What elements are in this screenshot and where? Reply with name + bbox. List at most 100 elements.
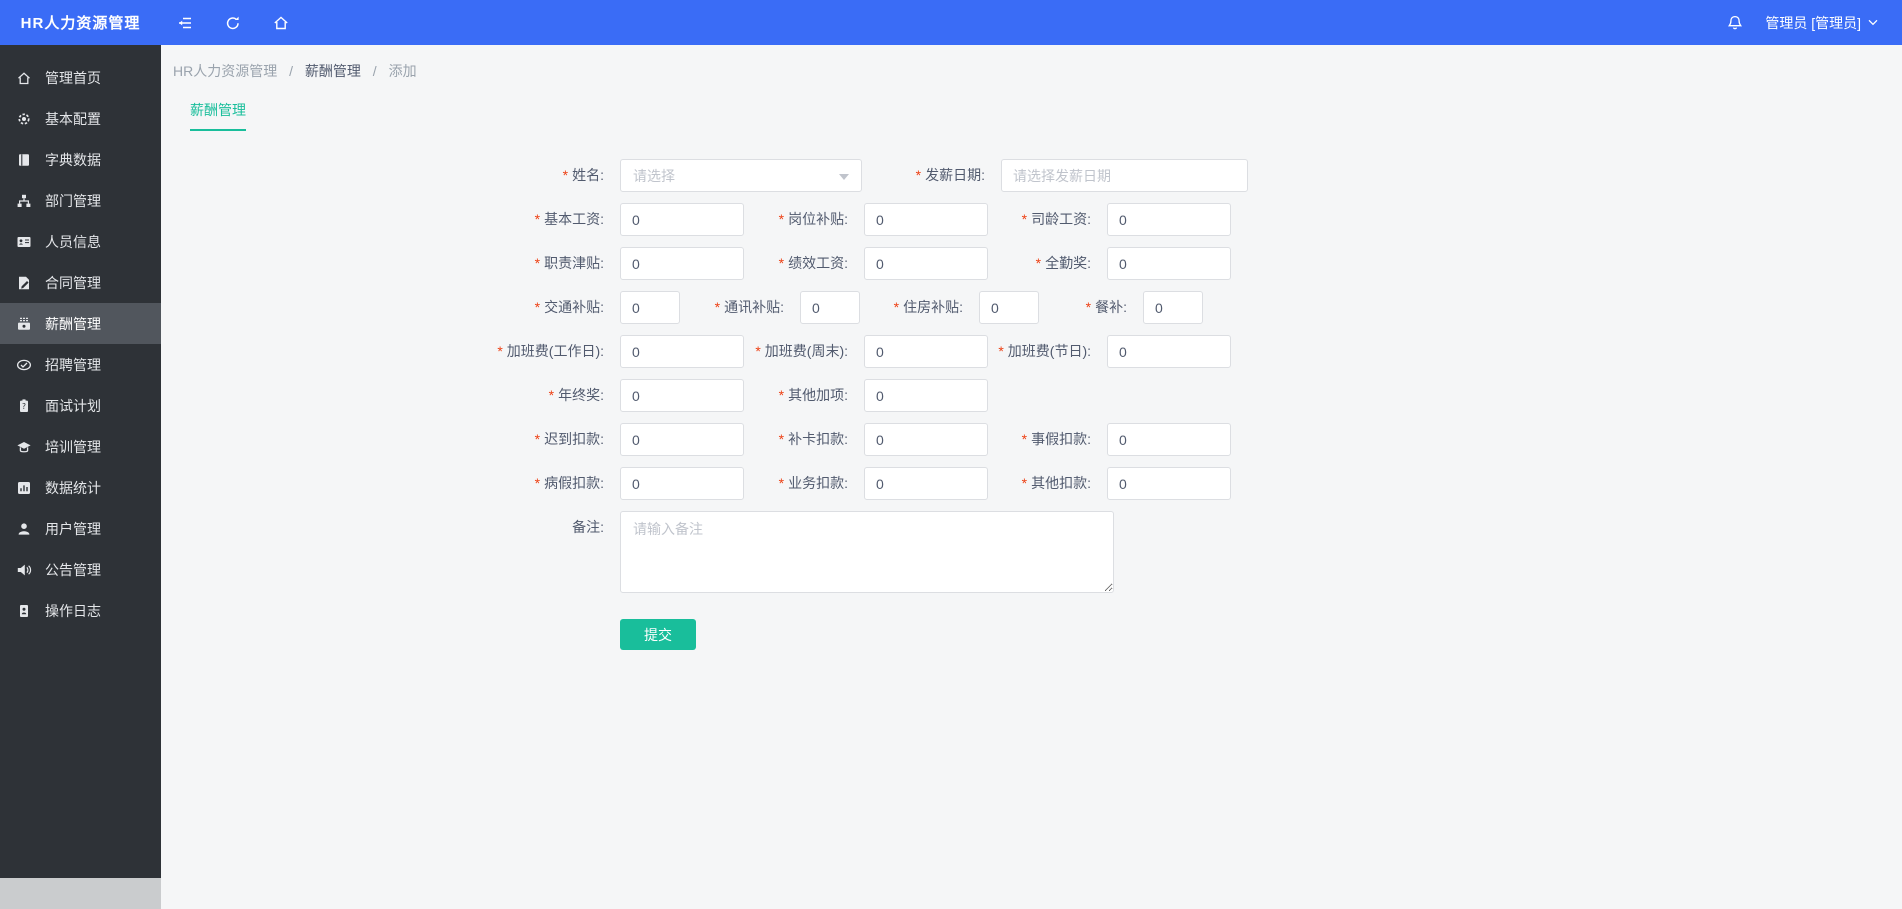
field-label: * 绩效工资:	[778, 255, 848, 271]
sidebar-item-salary[interactable]: 薪酬管理	[0, 303, 161, 344]
basic-salary-input[interactable]	[620, 203, 744, 236]
sidebar-item-contracts[interactable]: 合同管理	[0, 262, 161, 303]
sidebar-item-statistics[interactable]: 数据统计	[0, 467, 161, 508]
field-label: * 其他扣款:	[1021, 475, 1091, 491]
field-label: * 加班费(周末):	[755, 343, 848, 359]
sidebar-item-label: 部门管理	[45, 192, 101, 209]
sidebar-item-interview-plan[interactable]: ? 面试计划	[0, 385, 161, 426]
seniority-salary-input[interactable]	[1107, 203, 1231, 236]
sidebar-item-departments[interactable]: 部门管理	[0, 180, 161, 221]
sidebar-item-dictionary[interactable]: 字典数据	[0, 139, 161, 180]
communication-allowance-input[interactable]	[800, 291, 860, 324]
required-marker: *	[534, 211, 541, 227]
form-row: *交通补贴: *通讯补贴: *住房补贴: *餐补:	[461, 291, 1902, 324]
required-marker: *	[534, 255, 541, 271]
sidebar-item-basic-config[interactable]: 基本配置	[0, 98, 161, 139]
sidebar-item-label: 公告管理	[45, 561, 101, 578]
required-marker: *	[778, 387, 785, 403]
required-marker: *	[534, 299, 541, 315]
sidebar-item-label: 数据统计	[45, 479, 101, 496]
stats-icon	[15, 479, 32, 496]
bell-icon[interactable]	[1725, 13, 1745, 33]
pay-date-input[interactable]	[1001, 159, 1248, 192]
housing-allowance-input[interactable]	[979, 291, 1039, 324]
sidebar-item-label: 操作日志	[45, 602, 101, 619]
form-row: *基本工资: *岗位补贴: *司龄工资:	[461, 203, 1902, 236]
field-label: 备注:	[572, 519, 604, 535]
required-marker: *	[1035, 255, 1042, 271]
refresh-icon[interactable]	[223, 13, 243, 33]
home-icon[interactable]	[271, 13, 291, 33]
tab-salary-management[interactable]: 薪酬管理	[190, 100, 246, 131]
performance-salary-input[interactable]	[864, 247, 988, 280]
sidebar-item-users[interactable]: 用户管理	[0, 508, 161, 549]
transport-allowance-input[interactable]	[620, 291, 680, 324]
missed-punch-deduction-input[interactable]	[864, 423, 988, 456]
required-marker: *	[778, 431, 785, 447]
breadcrumb-item-add: 添加	[388, 63, 417, 79]
sidebar-item-label: 字典数据	[45, 151, 101, 168]
chevron-down-icon	[1868, 19, 1878, 26]
user-menu[interactable]: 管理员 [管理员]	[1765, 13, 1878, 33]
name-select[interactable]: 请选择	[620, 159, 862, 192]
interview-icon: ?	[15, 397, 32, 414]
sidebar-item-label: 管理首页	[45, 69, 101, 86]
book-icon	[15, 151, 32, 168]
sidebar-item-announcements[interactable]: 公告管理	[0, 549, 161, 590]
field-label: * 岗位补贴:	[778, 211, 848, 227]
required-marker: *	[778, 211, 785, 227]
breadcrumb-separator: /	[289, 63, 294, 79]
required-marker: *	[893, 299, 900, 315]
sick-leave-deduction-input[interactable]	[620, 467, 744, 500]
form-row: *年终奖: *其他加项:	[461, 379, 1902, 412]
collapse-menu-icon[interactable]	[175, 13, 195, 33]
remark-textarea[interactable]	[620, 511, 1114, 593]
field-label: * 全勤奖:	[1035, 255, 1091, 271]
overtime-workday-input[interactable]	[620, 335, 744, 368]
duty-allowance-input[interactable]	[620, 247, 744, 280]
late-deduction-input[interactable]	[620, 423, 744, 456]
full-attendance-bonus-input[interactable]	[1107, 247, 1231, 280]
breadcrumb: HR人力资源管理 / 薪酬管理 / 添加	[173, 61, 1902, 81]
field-label: * 发薪日期:	[915, 167, 985, 183]
field-label: * 姓名:	[562, 167, 604, 183]
sidebar-item-recruiting[interactable]: 招聘管理	[0, 344, 161, 385]
main-content: HR人力资源管理 / 薪酬管理 / 添加 薪酬管理 * 姓名: 请选择 * 发薪日期…	[161, 45, 1902, 909]
training-icon	[15, 438, 32, 455]
post-allowance-input[interactable]	[864, 203, 988, 236]
sidebar-item-operation-log[interactable]: 操作日志	[0, 590, 161, 631]
recruit-icon	[15, 356, 32, 373]
other-deduction-input[interactable]	[1107, 467, 1231, 500]
required-marker: *	[915, 167, 922, 183]
page-bottom-strip	[0, 878, 161, 909]
salary-form: *姓名: 请选择 *发薪日期: *基本工资: *岗位补贴:	[161, 159, 1902, 650]
field-label: * 病假扣款:	[534, 475, 604, 491]
user-label: 管理员 [管理员]	[1765, 14, 1861, 31]
business-deduction-input[interactable]	[864, 467, 988, 500]
other-addition-input[interactable]	[864, 379, 988, 412]
personal-leave-deduction-input[interactable]	[1107, 423, 1231, 456]
gear-icon	[15, 110, 32, 127]
required-marker: *	[1085, 299, 1092, 315]
required-marker: *	[534, 475, 541, 491]
year-end-bonus-input[interactable]	[620, 379, 744, 412]
meal-allowance-input[interactable]	[1143, 291, 1203, 324]
overtime-holiday-input[interactable]	[1107, 335, 1231, 368]
sitemap-icon	[15, 192, 32, 209]
field-label: * 职责津贴:	[534, 255, 604, 271]
breadcrumb-item-root[interactable]: HR人力资源管理	[173, 63, 277, 79]
submit-button[interactable]: 提交	[620, 619, 696, 650]
sidebar-item-label: 招聘管理	[45, 356, 101, 373]
app-header: HR人力资源管理 管理员 [管理员]	[0, 0, 1902, 45]
breadcrumb-item-salary[interactable]: 薪酬管理	[305, 63, 361, 79]
overtime-weekend-input[interactable]	[864, 335, 988, 368]
chevron-down-icon	[839, 174, 849, 180]
id-card-icon	[15, 233, 32, 250]
header-toolbar	[175, 13, 291, 33]
field-label: * 基本工资:	[534, 211, 604, 227]
sidebar-item-dashboard[interactable]: 管理首页	[0, 57, 161, 98]
field-label: * 补卡扣款:	[778, 431, 848, 447]
form-row: 备注:	[461, 511, 1902, 593]
sidebar-item-personnel[interactable]: 人员信息	[0, 221, 161, 262]
sidebar-item-training[interactable]: 培训管理	[0, 426, 161, 467]
